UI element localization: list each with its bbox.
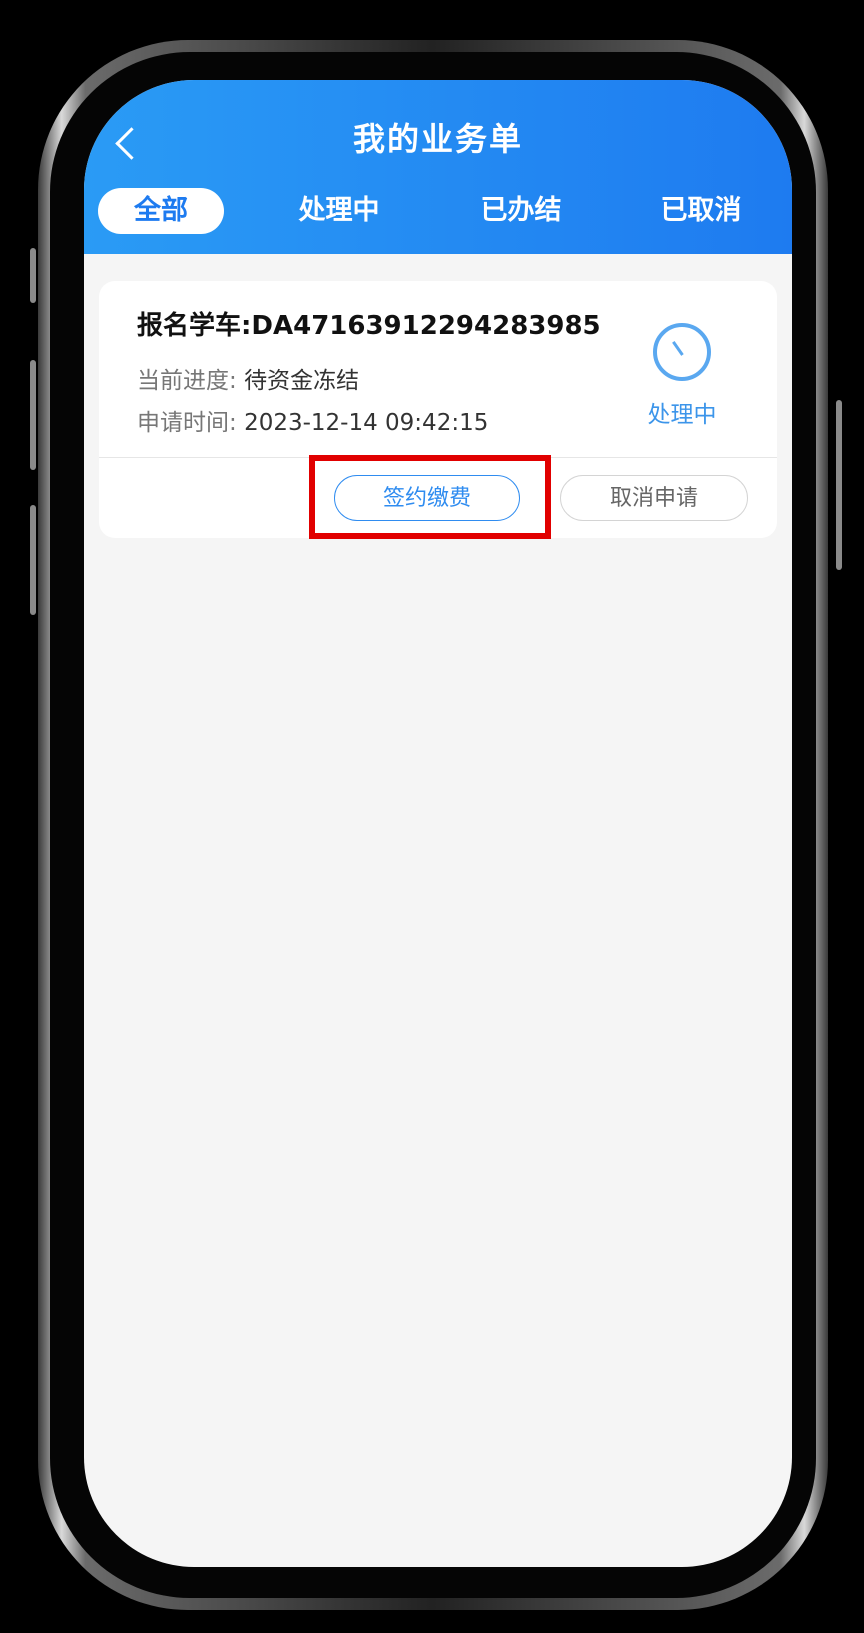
progress-row: 当前进度: 待资金冻结 xyxy=(137,361,359,395)
apply-time-label: 申请时间: xyxy=(137,410,237,436)
tab-completed[interactable]: 已办结 xyxy=(466,188,576,234)
clock-icon xyxy=(653,323,711,381)
volume-down-button xyxy=(30,505,36,615)
progress-label: 当前进度: xyxy=(137,368,237,394)
tab-all[interactable]: 全部 xyxy=(98,188,224,234)
mute-switch xyxy=(30,248,36,303)
header: 我的业务单 全部 处理中 已办结 已取消 xyxy=(84,80,792,254)
progress-value: 待资金冻结 xyxy=(244,368,360,394)
tab-bar: 全部 处理中 已办结 已取消 xyxy=(84,188,792,236)
power-button xyxy=(836,400,842,570)
tab-cancelled[interactable]: 已取消 xyxy=(646,188,756,234)
apply-time-value: 2023-12-14 09:42:15 xyxy=(244,410,489,436)
order-card[interactable]: 报名学车:DA47163912294283985 当前进度: 待资金冻结 申请时… xyxy=(99,281,777,538)
page-title: 我的业务单 xyxy=(352,120,523,158)
card-divider xyxy=(99,457,777,458)
clock-hand xyxy=(672,341,684,356)
cancel-application-button[interactable]: 取消申请 xyxy=(560,475,748,521)
status-label: 处理中 xyxy=(647,402,717,428)
apply-time-row: 申请时间: 2023-12-14 09:42:15 xyxy=(137,403,488,437)
order-title: 报名学车:DA47163912294283985 xyxy=(137,311,601,341)
sign-pay-button[interactable]: 签约缴费 xyxy=(334,475,520,521)
tab-processing[interactable]: 处理中 xyxy=(284,188,394,234)
volume-up-button xyxy=(30,360,36,470)
phone-screen: 我的业务单 全部 处理中 已办结 已取消 报名学车:DA471639122942… xyxy=(84,80,792,1567)
